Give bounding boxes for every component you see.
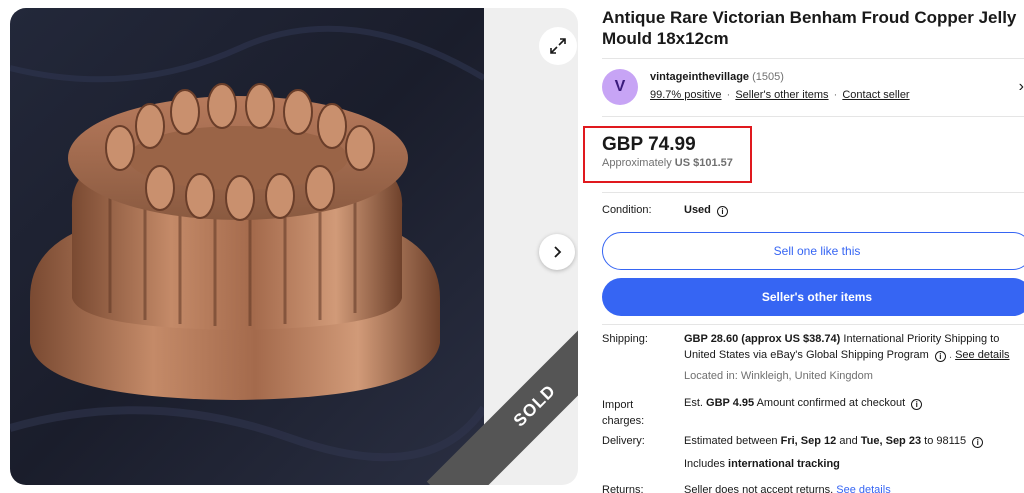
- shipping-text-1: International Priority Shipping to: [843, 333, 1000, 345]
- import-label-line2: charges:: [602, 415, 645, 427]
- import-prefix: Est.: [684, 397, 703, 409]
- shipping-text-2: United States via eBay's Global Shipping…: [684, 349, 929, 361]
- import-charges-value: Est. GBP 4.95 Amount confirmed at checko…: [684, 395, 923, 411]
- delivery-start: Fri, Sep 12: [780, 435, 837, 447]
- seller-name-line: vintageinthevillage (1505): [650, 71, 784, 83]
- shipping-label: Shipping:: [602, 333, 648, 345]
- image-gallery: SOLD: [10, 8, 578, 485]
- approx-value: US $101.57: [674, 157, 733, 169]
- returns-label: Returns:: [602, 484, 644, 493]
- info-icon[interactable]: i: [972, 437, 984, 448]
- item-location: Located in: Winkleigh, United Kingdom: [684, 370, 873, 382]
- product-photo[interactable]: [10, 8, 484, 485]
- chevron-right-icon: [554, 246, 562, 258]
- delivery-to: to 98115: [924, 435, 967, 447]
- seller-feedback-count: (1505): [752, 71, 784, 83]
- shipping-amount: GBP 28.60 (approx US $38.74): [684, 333, 841, 345]
- delivery-end: Tue, Sep 23: [860, 435, 922, 447]
- seller-other-items-link[interactable]: Seller's other items: [735, 89, 828, 101]
- delivery-tracking: Includes international tracking: [684, 456, 840, 472]
- listing-title: Antique Rare Victorian Benham Froud Copp…: [602, 8, 1017, 48]
- listing-details: Antique Rare Victorian Benham Froud Copp…: [583, 0, 1024, 493]
- seller-avatar[interactable]: V: [602, 69, 638, 105]
- sold-label: SOLD: [509, 380, 560, 431]
- condition-label: Condition:: [602, 204, 652, 216]
- import-amount: GBP 4.95: [706, 397, 755, 409]
- price: GBP 74.99: [602, 134, 696, 155]
- import-suffix: Amount confirmed at checkout: [756, 397, 906, 409]
- returns-value: Seller does not accept returns. See deta…: [684, 482, 891, 493]
- returns-see-details-link[interactable]: See details: [836, 484, 890, 493]
- expand-image-button[interactable]: [539, 27, 577, 65]
- seller-card[interactable]: V vintageinthevillage (1505) 99.7% posit…: [602, 68, 1024, 108]
- contact-seller-link[interactable]: Contact seller: [842, 89, 909, 101]
- seller-name[interactable]: vintageinthevillage: [650, 71, 749, 83]
- import-label-line1: Import: [602, 399, 634, 411]
- sellers-other-items-button[interactable]: Seller's other items: [602, 278, 1024, 316]
- approx-prefix: Approximately: [602, 157, 672, 169]
- tracking-text: international tracking: [728, 458, 840, 470]
- expand-icon: [550, 38, 566, 54]
- delivery-value: Estimated between Fri, Sep 12 and Tue, S…: [684, 433, 984, 449]
- divider: [602, 324, 1024, 325]
- returns-text: Seller does not accept returns.: [684, 484, 834, 493]
- condition-value: Used i: [684, 202, 728, 218]
- separator: ·: [726, 89, 731, 101]
- delivery-label: Delivery:: [602, 435, 645, 447]
- separator: .: [948, 349, 953, 361]
- info-icon[interactable]: i: [911, 399, 923, 410]
- shipping-value: GBP 28.60 (approx US $38.74) Internation…: [684, 331, 1024, 363]
- divider: [602, 116, 1024, 117]
- import-charges-label: Import charges:: [602, 397, 644, 429]
- info-icon[interactable]: i: [934, 351, 946, 362]
- divider: [602, 192, 1024, 193]
- condition-text: Used: [684, 204, 711, 216]
- tracking-prefix: Includes: [684, 458, 725, 470]
- chevron-right-icon[interactable]: ›: [1019, 78, 1024, 96]
- sellers-other-items-label: Seller's other items: [761, 290, 873, 304]
- sell-one-like-this-label: Sell one like this: [773, 244, 861, 258]
- separator: ·: [833, 89, 838, 101]
- approximate-price: Approximately US $101.57: [602, 157, 733, 169]
- shipping-see-details-link[interactable]: See details: [955, 349, 1009, 361]
- divider: [602, 58, 1024, 59]
- delivery-and: and: [839, 435, 858, 447]
- seller-positive-link[interactable]: 99.7% positive: [650, 89, 722, 101]
- seller-links: 99.7% positive · Seller's other items · …: [650, 89, 910, 101]
- delivery-prefix: Estimated between: [684, 435, 778, 447]
- next-image-button[interactable]: [539, 234, 575, 270]
- info-icon[interactable]: i: [716, 206, 728, 217]
- sell-one-like-this-button[interactable]: Sell one like this: [602, 232, 1024, 270]
